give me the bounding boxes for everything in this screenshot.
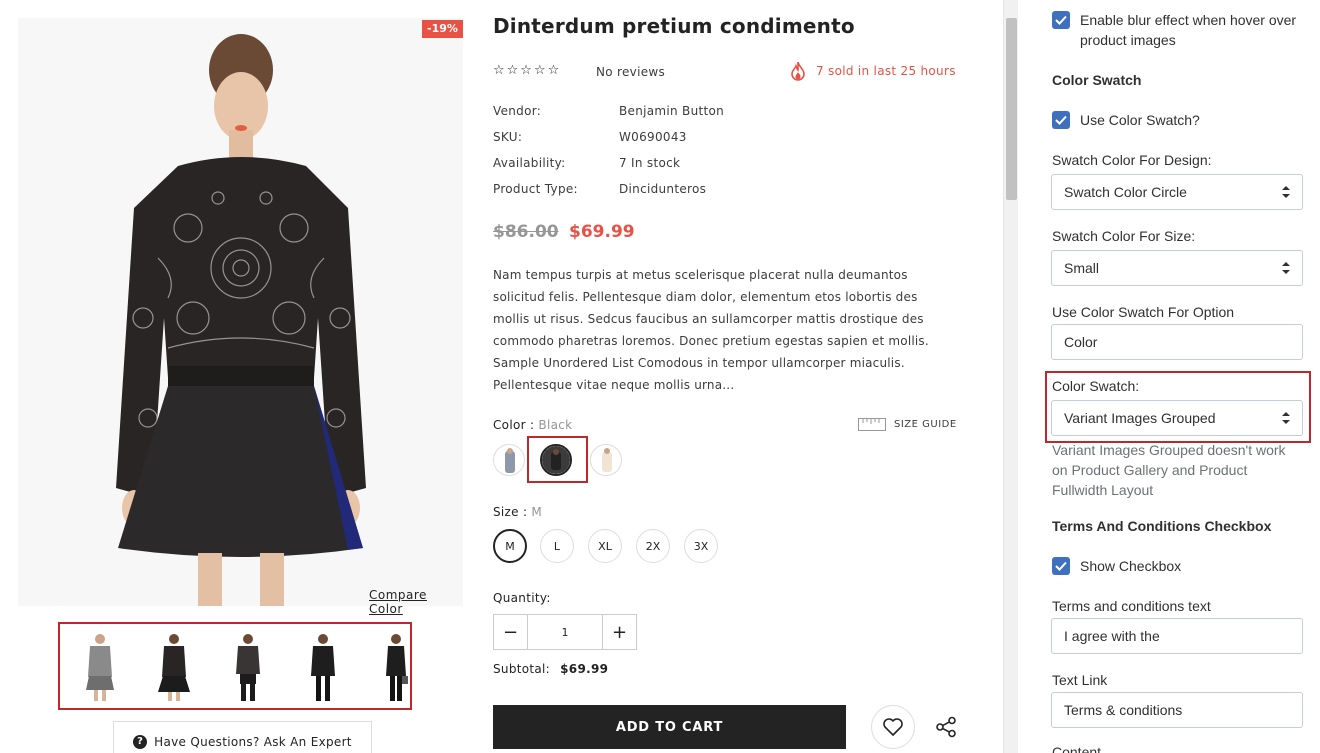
heart-icon (883, 718, 903, 736)
color-label-text: Color : (493, 418, 535, 432)
terms-heading: Terms And Conditions Checkbox (1052, 518, 1272, 534)
blur-hover-label: Enable blur effect when hover over produ… (1080, 12, 1297, 48)
info-value: W0690043 (619, 130, 687, 144)
swatch-size-select[interactable]: Small (1051, 250, 1303, 286)
swatch-design-select[interactable]: Swatch Color Circle (1051, 174, 1303, 210)
sale-price: $69.99 (569, 222, 635, 242)
info-label: Availability: (493, 156, 566, 170)
thumbnail-3[interactable] (228, 632, 268, 702)
swatch-option-label: Use Color Swatch For Option (1052, 304, 1235, 320)
swatch-design-label: Swatch Color For Design: (1052, 152, 1212, 168)
swatch-option-input[interactable]: Color (1051, 324, 1303, 360)
wishlist-button[interactable] (871, 705, 915, 749)
question-icon: ? (133, 734, 148, 749)
sold-text: 7 sold in last 25 hours (816, 64, 956, 78)
swatch-option-value: Color (1064, 334, 1098, 350)
terms-text-label: Terms and conditions text (1052, 598, 1211, 614)
subtotal: Subtotal: $69.99 (493, 662, 608, 676)
compare-at-price: $86.00 (493, 222, 559, 242)
quantity-minus-button[interactable]: − (494, 615, 527, 649)
preview-scrollbar-thumb[interactable] (1006, 18, 1017, 200)
color-swatch-grey[interactable] (493, 444, 525, 476)
use-color-swatch-row[interactable]: Use Color Swatch? (1052, 110, 1200, 130)
info-value[interactable]: Benjamin Button (619, 104, 724, 118)
sold-indicator: 7 sold in last 25 hours (790, 61, 956, 81)
rating-stars[interactable]: ☆☆☆☆☆ (493, 63, 561, 78)
text-link-label: Text Link (1052, 672, 1108, 688)
size-option-label: Size : M (493, 505, 542, 519)
subtotal-label: Subtotal: (493, 662, 551, 676)
product-title: Dinterdum pretium condimento (493, 14, 855, 38)
color-swatch-hint: Variant Images Grouped doesn't work on P… (1052, 442, 1286, 498)
ruler-icon (858, 418, 886, 431)
text-link-input[interactable]: Terms & conditions (1051, 692, 1303, 728)
checkmark-icon (1055, 15, 1067, 25)
reviews-count: No reviews (596, 65, 666, 79)
show-checkbox-row[interactable]: Show Checkbox (1052, 556, 1181, 576)
size-guide-label: SIZE GUIDE (894, 419, 957, 430)
size-option-l[interactable]: L (540, 529, 574, 563)
model-photo (18, 18, 463, 606)
size-guide-link[interactable]: SIZE GUIDE (858, 418, 957, 431)
color-selected-value: Black (538, 418, 573, 432)
share-icon (936, 716, 956, 738)
thumbnail-1[interactable] (80, 632, 120, 702)
checkmark-icon (1055, 561, 1067, 571)
thumbnail-4[interactable] (303, 632, 343, 702)
product-description: Nam tempus turpis at metus scelerisque p… (493, 268, 929, 392)
main-product-image[interactable]: Compare Color (18, 18, 463, 616)
add-to-cart-button[interactable]: ADD TO CART (493, 705, 846, 749)
share-button[interactable] (933, 714, 959, 740)
color-option-label: Color : Black (493, 418, 572, 432)
ask-expert-label: Have Questions? Ask An Expert (154, 734, 352, 749)
size-label-text: Size : (493, 505, 528, 519)
select-arrows-icon (1282, 186, 1290, 198)
blur-hover-checkbox-row[interactable]: Enable blur effect when hover over produ… (1052, 10, 1302, 50)
use-color-swatch-label: Use Color Swatch? (1080, 112, 1200, 128)
select-arrows-icon (1282, 262, 1290, 274)
swatch-design-value: Swatch Color Circle (1064, 184, 1187, 200)
color-swatch-heading: Color Swatch (1052, 72, 1142, 88)
info-label: SKU: (493, 130, 523, 144)
terms-text-value: I agree with the (1064, 628, 1160, 644)
info-value: 7 In stock (619, 156, 681, 170)
info-label: Vendor: (493, 104, 542, 118)
use-color-swatch-checkbox[interactable] (1052, 111, 1070, 129)
compare-color-link[interactable]: Compare Color (369, 588, 463, 616)
size-option-2x[interactable]: 2X (636, 529, 670, 563)
info-value[interactable]: Dincidunteros (619, 182, 706, 196)
info-label: Product Type: (493, 182, 578, 196)
show-checkbox-checkbox[interactable] (1052, 557, 1070, 575)
ask-expert-button[interactable]: ? Have Questions? Ask An Expert (113, 721, 372, 753)
size-option-m[interactable]: M (493, 529, 527, 563)
swatch-highlight-box (527, 436, 588, 483)
show-checkbox-label: Show Checkbox (1080, 558, 1182, 574)
sale-badge: -19% (422, 20, 463, 38)
size-selected-value: M (531, 505, 543, 519)
thumbnail-2[interactable] (154, 632, 194, 702)
size-option-xl[interactable]: XL (588, 529, 622, 563)
checkmark-icon (1055, 115, 1067, 125)
quantity-label: Quantity: (493, 591, 551, 605)
product-preview: Compare Color -19% ? Have Questions? Ask… (0, 0, 1003, 753)
content-label: Content (1052, 744, 1102, 753)
quantity-input[interactable]: 1 (527, 615, 603, 649)
quantity-plus-button[interactable]: + (603, 615, 636, 649)
color-swatch-highlight-box (1045, 371, 1311, 443)
terms-text-input[interactable]: I agree with the (1051, 618, 1303, 654)
quantity-stepper: − 1 + (493, 614, 637, 650)
swatch-size-value: Small (1064, 260, 1100, 276)
blur-hover-checkbox[interactable] (1052, 11, 1070, 29)
subtotal-value: $69.99 (560, 662, 609, 676)
color-swatch-cream[interactable] (590, 444, 622, 476)
swatch-size-label: Swatch Color For Size: (1052, 228, 1196, 244)
text-link-value: Terms & conditions (1064, 702, 1183, 718)
flame-icon (791, 61, 805, 81)
thumbnail-strip (58, 622, 412, 710)
size-option-3x[interactable]: 3X (684, 529, 718, 563)
thumbnail-5[interactable] (376, 632, 416, 702)
